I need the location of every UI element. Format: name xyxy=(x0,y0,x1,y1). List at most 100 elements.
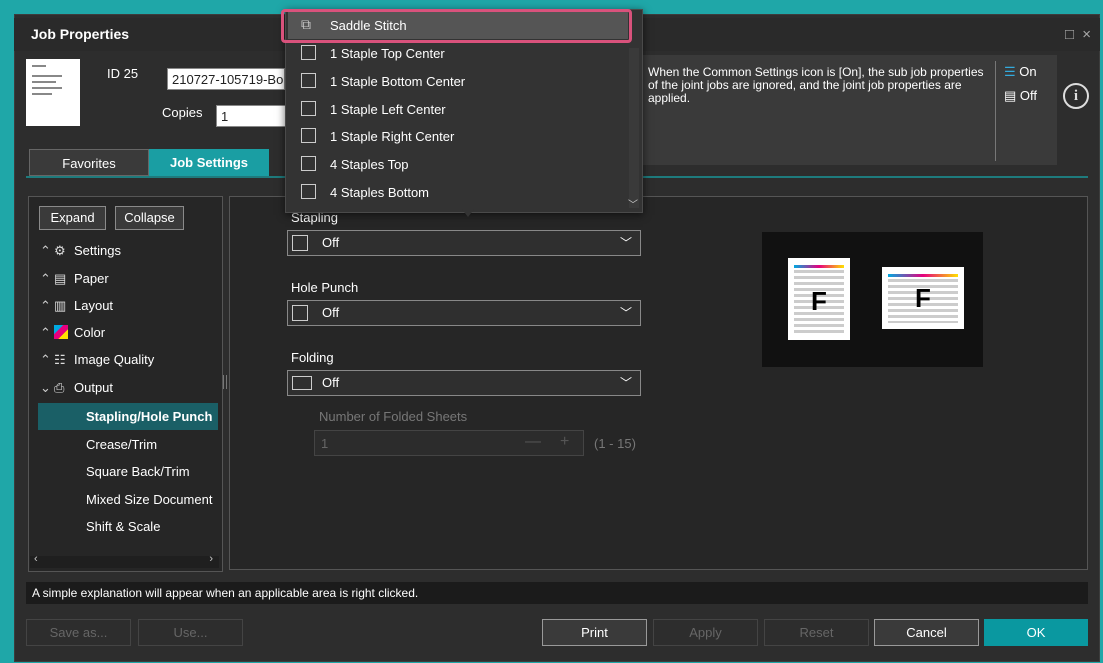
tree-item-label: Color xyxy=(74,325,106,340)
window-title: Job Properties xyxy=(31,26,130,42)
tree-item-settings[interactable]: ⌃ ⚙ Settings xyxy=(40,243,121,259)
menu-item-label: 4 Staples Top xyxy=(330,157,409,172)
menu-item-1-staple-left-center[interactable]: 1 Staple Left Center xyxy=(288,96,628,123)
menu-item-label: 1 Staple Bottom Center xyxy=(330,74,466,89)
reset-button[interactable]: Reset xyxy=(764,619,869,646)
save-as-button[interactable]: Save as... xyxy=(26,619,131,646)
common-settings-info: When the Common Settings icon is [On], t… xyxy=(648,65,984,105)
cancel-button[interactable]: Cancel xyxy=(874,619,979,646)
use-button[interactable]: Use... xyxy=(138,619,243,646)
tree-item-label: Output xyxy=(74,380,114,395)
preview-letter: F xyxy=(915,283,931,313)
folding-dropdown[interactable]: Off ﹀ xyxy=(287,370,641,396)
hole-punch-label: Hole Punch xyxy=(291,280,359,295)
selection-highlight xyxy=(281,9,632,43)
tab-favorites[interactable]: Favorites xyxy=(29,149,149,176)
chevron-up-icon: ⌃ xyxy=(40,243,51,258)
chevron-up-icon: ⌃ xyxy=(40,352,51,367)
info-icon[interactable]: i xyxy=(1063,83,1089,109)
chevron-down-icon: ﹀ xyxy=(619,236,632,250)
copies-field[interactable]: 1 xyxy=(216,105,286,127)
folding-value: Off xyxy=(322,375,340,390)
chevron-up-icon: ⌃ xyxy=(40,271,51,286)
tree-item-image-quality[interactable]: ⌃ ☷ Image Quality xyxy=(40,352,154,368)
staple-left-center-icon xyxy=(301,101,316,116)
menu-item-label: 1 Staple Left Center xyxy=(330,102,446,117)
paper-icon: ▤ xyxy=(54,271,67,286)
minus-icon[interactable]: — xyxy=(525,433,541,451)
preview-page-landscape: F xyxy=(882,267,964,329)
hole-punch-off-icon xyxy=(292,305,308,321)
scroll-right-icon[interactable]: › xyxy=(209,553,213,565)
apply-button[interactable]: Apply xyxy=(653,619,758,646)
tree-item-output[interactable]: ⌄ ⎙ Output xyxy=(40,380,113,396)
layout-icon: ▥ xyxy=(54,298,67,313)
print-button[interactable]: Print xyxy=(542,619,647,646)
folded-sheets-label: Number of Folded Sheets xyxy=(319,409,468,424)
stapling-value: Off xyxy=(322,235,340,250)
menu-item-1-staple-bottom-center[interactable]: 1 Staple Bottom Center xyxy=(288,68,628,95)
tree-subitem-stapling-hole-punch[interactable]: Stapling/Hole Punch xyxy=(38,403,218,430)
scroll-left-icon[interactable]: ‹ xyxy=(34,553,38,565)
tree-item-color[interactable]: ⌃ Color xyxy=(40,325,105,341)
horizontal-scrollbar[interactable]: ‹ › xyxy=(30,553,219,568)
folded-sheets-stepper[interactable]: 1 — + xyxy=(314,430,584,456)
info-divider xyxy=(995,61,996,161)
folded-sheets-value: 1 xyxy=(321,436,329,451)
staples-top-icon xyxy=(301,156,316,171)
menu-item-label: 4 Staples Bottom xyxy=(330,185,429,200)
staple-off-icon xyxy=(292,235,308,251)
job-thumbnail xyxy=(26,59,80,126)
chevron-down-icon: ﹀ xyxy=(619,376,632,390)
menu-scroll-down-icon[interactable]: ﹀ xyxy=(628,196,638,211)
chevron-down-icon: ⌄ xyxy=(40,380,51,395)
copies-label: Copies xyxy=(162,105,203,120)
splitter-handle[interactable] xyxy=(223,375,227,389)
status-bar: A simple explanation will appear when an… xyxy=(26,582,1088,604)
ok-button[interactable]: OK xyxy=(984,619,1088,646)
tree-subitem-shift-scale[interactable]: Shift & Scale xyxy=(38,513,218,540)
tree-item-label: Layout xyxy=(74,298,114,313)
chevron-up-icon: ⌃ xyxy=(40,298,51,313)
common-settings-off-icon: ▤ xyxy=(1004,88,1017,103)
gear-icon: ⚙ xyxy=(54,243,66,258)
tree-item-label: Image Quality xyxy=(74,352,155,367)
tab-job-settings[interactable]: Job Settings xyxy=(149,149,269,176)
window-controls[interactable]: □ × xyxy=(1065,26,1093,43)
preview-page-portrait: F xyxy=(788,258,850,340)
color-icon xyxy=(54,325,70,340)
tree-subitem-mixed-size-document[interactable]: Mixed Size Document xyxy=(38,486,218,513)
menu-item-4-staples-top[interactable]: 4 Staples Top xyxy=(288,151,628,178)
hole-punch-dropdown[interactable]: Off ﹀ xyxy=(287,300,641,326)
tree-subitem-crease-trim[interactable]: Crease/Trim xyxy=(38,431,218,458)
menu-scrollbar[interactable] xyxy=(629,48,639,208)
stapling-dropdown[interactable]: Off ﹀ xyxy=(287,230,641,256)
job-name-field[interactable]: 210727-105719-Bo xyxy=(167,68,285,90)
staple-bottom-center-icon xyxy=(301,73,316,88)
common-settings-on-icon: ☰ xyxy=(1004,64,1016,79)
plus-icon[interactable]: + xyxy=(560,433,569,451)
expand-button[interactable]: Expand xyxy=(39,206,106,230)
collapse-button[interactable]: Collapse xyxy=(115,206,184,230)
staple-right-center-icon xyxy=(301,128,316,143)
folded-sheets-range: (1 - 15) xyxy=(594,436,636,451)
menu-item-label: 1 Staple Top Center xyxy=(330,46,445,61)
hole-punch-value: Off xyxy=(322,305,340,320)
tree-item-paper[interactable]: ⌃ ▤ Paper xyxy=(40,271,109,287)
image-quality-icon: ☷ xyxy=(54,352,66,367)
tree-item-label: Paper xyxy=(74,271,109,286)
common-on-option[interactable]: ☰ On xyxy=(1004,64,1037,80)
menu-item-1-staple-right-center[interactable]: 1 Staple Right Center xyxy=(288,123,628,150)
tree-subitem-square-back-trim[interactable]: Square Back/Trim xyxy=(38,458,218,485)
folding-off-icon xyxy=(292,376,312,390)
chevron-up-icon: ⌃ xyxy=(40,325,51,340)
menu-item-label: 1 Staple Right Center xyxy=(330,129,455,144)
common-off-option[interactable]: ▤ Off xyxy=(1004,88,1037,104)
menu-item-1-staple-top-center[interactable]: 1 Staple Top Center xyxy=(288,40,628,67)
tree-item-layout[interactable]: ⌃ ▥ Layout xyxy=(40,298,113,314)
on-label: On xyxy=(1019,64,1037,79)
menu-item-4-staples-bottom[interactable]: 4 Staples Bottom xyxy=(288,179,628,206)
output-preview: F F xyxy=(762,232,983,367)
chevron-down-icon: ﹀ xyxy=(619,306,632,320)
off-label: Off xyxy=(1019,88,1038,103)
